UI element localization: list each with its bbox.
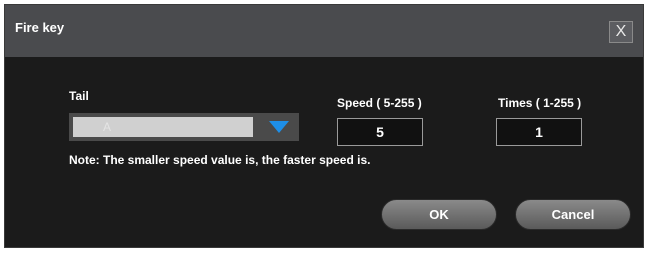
speed-input[interactable] bbox=[337, 118, 423, 146]
times-label: Times ( 1-255 ) bbox=[498, 96, 582, 110]
tail-dropdown[interactable]: A bbox=[69, 113, 299, 141]
cancel-button[interactable]: Cancel bbox=[515, 199, 631, 230]
ok-button[interactable]: OK bbox=[381, 199, 497, 230]
dropdown-arrow-icon[interactable] bbox=[269, 121, 289, 133]
title-bar: Fire key X bbox=[5, 5, 643, 57]
tail-label: Tail bbox=[69, 89, 89, 103]
fire-key-dialog: Fire key X Tail A Speed ( 5-255 ) Times … bbox=[4, 4, 644, 248]
speed-label: Speed ( 5-255 ) bbox=[337, 96, 422, 110]
close-button[interactable]: X bbox=[609, 21, 633, 43]
speed-note: Note: The smaller speed value is, the fa… bbox=[69, 153, 371, 167]
times-input[interactable] bbox=[496, 118, 582, 146]
dialog-title: Fire key bbox=[15, 20, 65, 35]
tail-selected-value: A bbox=[73, 117, 253, 137]
